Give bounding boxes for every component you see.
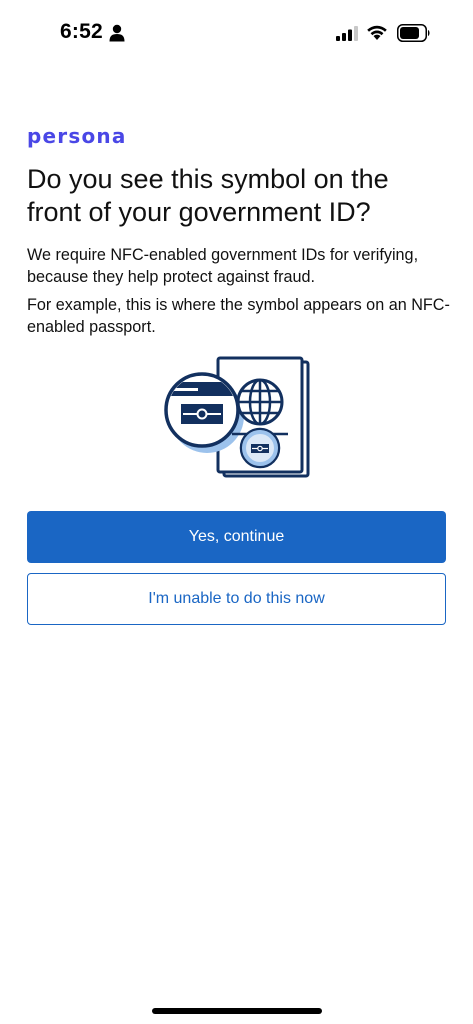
page-title: Do you see this symbol on the front of y… bbox=[27, 164, 389, 227]
status-time: 6:52 bbox=[60, 20, 103, 43]
description-text: We require NFC-enabled government IDs fo… bbox=[27, 246, 419, 286]
status-bar: 6:52 bbox=[0, 0, 473, 66]
battery-icon bbox=[397, 24, 430, 42]
persona-logo: persona bbox=[27, 124, 127, 148]
person-icon bbox=[109, 24, 125, 42]
home-indicator[interactable] bbox=[152, 1008, 322, 1014]
nfc-passport-illustration bbox=[164, 356, 310, 478]
cellular-signal-icon bbox=[336, 26, 358, 41]
unable-now-button[interactable]: I'm unable to do this now bbox=[27, 573, 446, 625]
example-text: For example, this is where the symbol ap… bbox=[27, 296, 450, 336]
wifi-icon bbox=[367, 25, 387, 40]
yes-continue-button[interactable]: Yes, continue bbox=[27, 511, 446, 563]
